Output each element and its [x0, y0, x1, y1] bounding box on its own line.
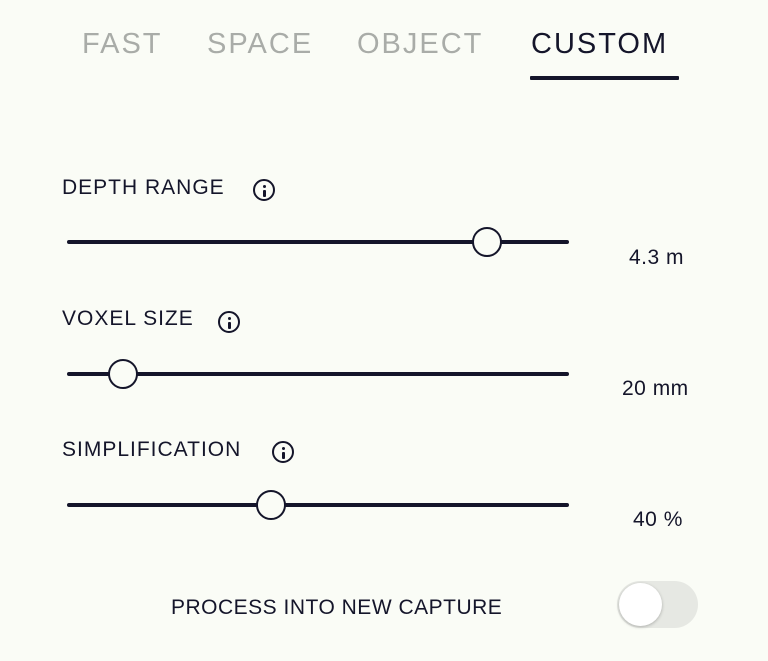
- process-into-new-capture-label: PROCESS INTO NEW CAPTURE: [171, 596, 503, 619]
- process-into-new-capture-toggle[interactable]: [617, 581, 698, 628]
- depth-range-label: DEPTH RANGE: [62, 176, 225, 199]
- voxel-size-label: VOXEL SIZE: [62, 307, 194, 330]
- voxel-size-slider[interactable]: [67, 359, 569, 389]
- mode-tabs: FAST SPACE OBJECT CUSTOM: [0, 28, 768, 88]
- active-tab-underline: [530, 76, 679, 80]
- voxel-size-slider-thumb[interactable]: [108, 359, 139, 389]
- depth-range-value: 4.3 m: [629, 246, 685, 269]
- tab-object[interactable]: OBJECT: [357, 28, 483, 61]
- voxel-size-value: 20 mm: [622, 377, 689, 400]
- simplification-label: SIMPLIFICATION: [62, 438, 242, 461]
- simplification-slider-thumb[interactable]: [255, 490, 286, 520]
- voxel-size-info-icon[interactable]: [218, 311, 240, 333]
- tab-fast[interactable]: FAST: [82, 28, 163, 61]
- simplification-value: 40 %: [633, 508, 683, 531]
- simplification-info-icon[interactable]: [272, 441, 294, 463]
- depth-range-slider[interactable]: [67, 227, 569, 257]
- depth-range-info-icon[interactable]: [253, 179, 275, 201]
- toggle-knob[interactable]: [619, 583, 662, 626]
- voxel-size-slider-track: [67, 372, 569, 376]
- tab-custom[interactable]: CUSTOM: [531, 28, 668, 61]
- tab-space[interactable]: SPACE: [207, 28, 313, 61]
- simplification-slider-track: [67, 503, 569, 507]
- simplification-slider[interactable]: [67, 490, 569, 520]
- depth-range-slider-thumb[interactable]: [471, 227, 502, 257]
